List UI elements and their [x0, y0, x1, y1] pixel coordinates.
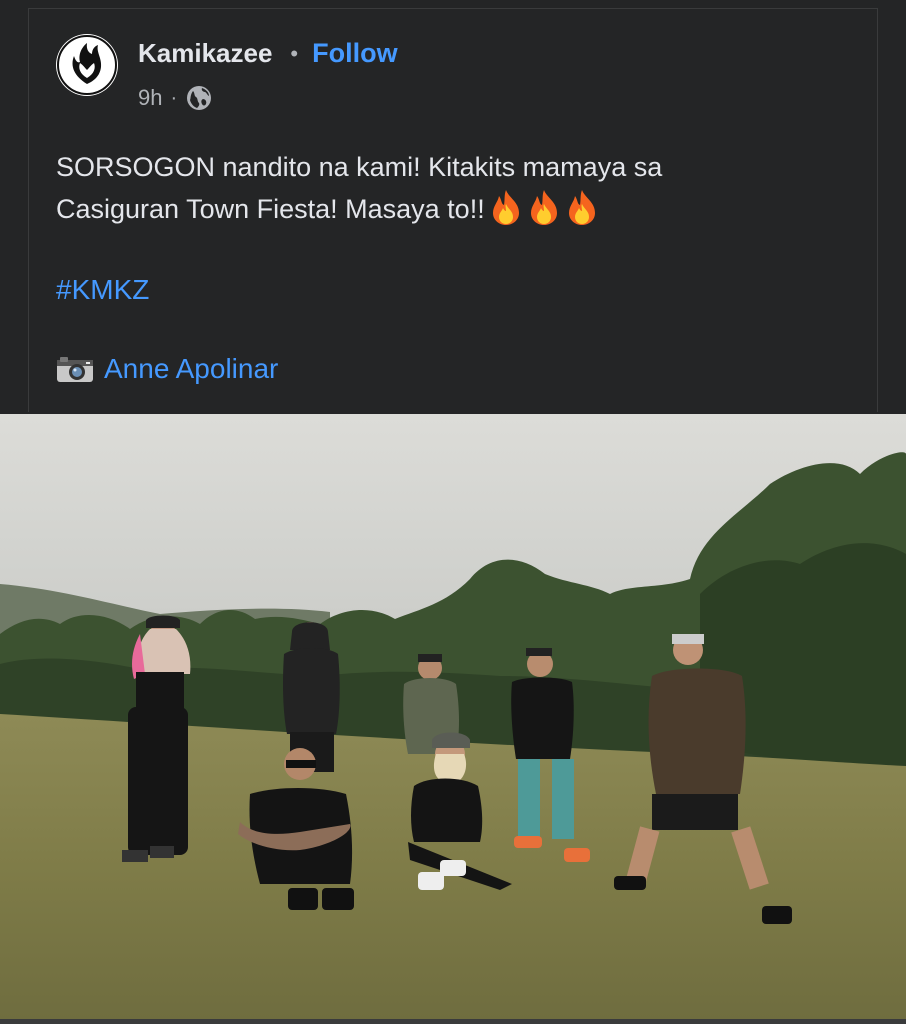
credit-name-link[interactable]: Anne Apolinar — [104, 353, 278, 385]
hashtag-link[interactable]: #KMKZ — [56, 274, 149, 306]
post-photo[interactable] — [0, 414, 906, 1019]
post-header: Kamikazee • Follow 9h · — [56, 34, 756, 110]
meta-separator: · — [170, 86, 178, 109]
post-text-line-1: SORSOGON nandito na kami! Kitakits mamay… — [56, 152, 663, 182]
post-text-line-2: Casiguran Town Fiesta! Masaya to!! — [56, 188, 816, 230]
post-text-line-2-text: Casiguran Town Fiesta! Masaya to!! — [56, 194, 485, 224]
globe-icon[interactable] — [185, 84, 213, 112]
camera-icon — [56, 354, 94, 384]
post-time[interactable]: 9h — [138, 85, 162, 111]
author-name[interactable]: Kamikazee — [138, 38, 272, 69]
avatar[interactable] — [56, 34, 118, 96]
fire-emoji-icon — [489, 188, 523, 226]
name-row: Kamikazee • Follow — [138, 38, 398, 69]
photo-credit: Anne Apolinar — [56, 353, 278, 385]
name-separator: • — [290, 40, 299, 66]
fire-emoji-icon — [565, 188, 599, 226]
follow-button[interactable]: Follow — [312, 38, 397, 69]
post-meta: 9h · — [138, 84, 213, 112]
bottom-divider — [0, 1019, 906, 1024]
post-text: SORSOGON nandito na kami! Kitakits mamay… — [56, 146, 816, 230]
kamikazee-logo-icon — [57, 35, 117, 95]
fire-emoji-icon — [527, 188, 561, 226]
